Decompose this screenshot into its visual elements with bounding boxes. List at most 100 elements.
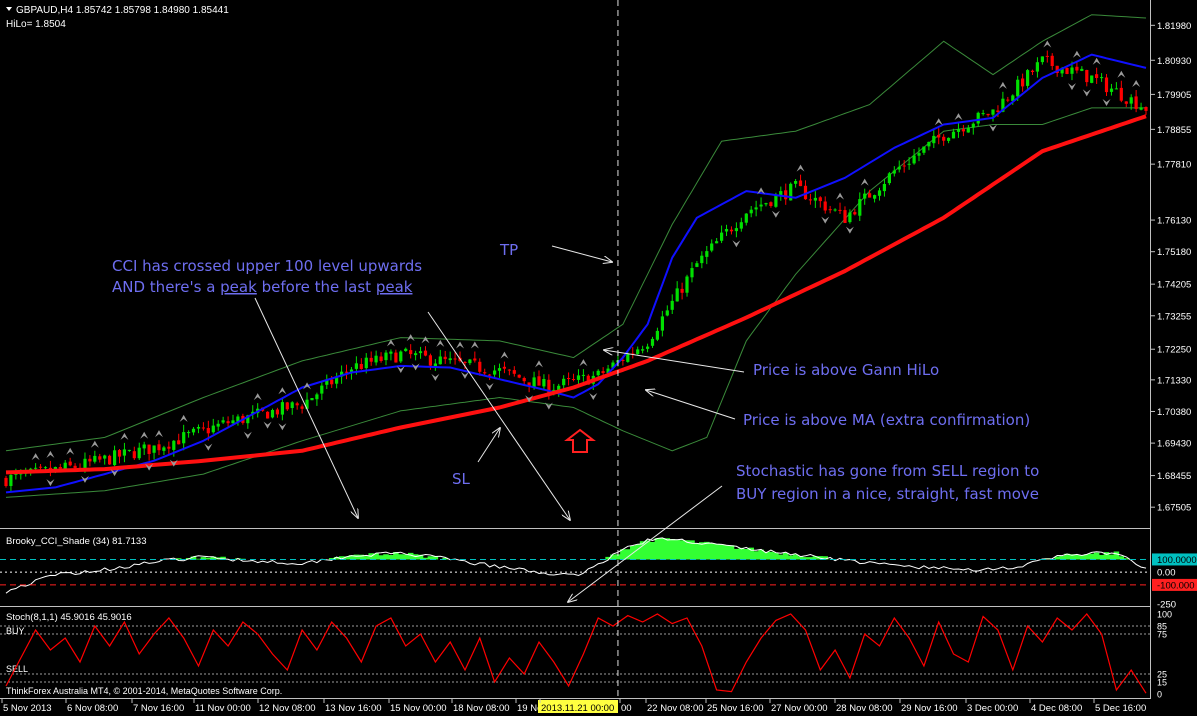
time-tick-label: 18 Nov 08:00 — [453, 703, 510, 714]
candle-body — [374, 355, 378, 363]
candle-body — [571, 379, 576, 380]
candle-body — [769, 202, 773, 206]
tp-label: TP — [499, 241, 518, 259]
price-tick-label: 1.71330 — [1157, 375, 1191, 386]
candle-body — [685, 276, 689, 293]
candle-body — [206, 428, 210, 434]
time-tick-label: 12 Nov 08:00 — [259, 703, 316, 714]
candle-body — [774, 194, 778, 207]
time-tick-label: 2013.11.21 00:00 — [541, 703, 614, 714]
candle-body — [448, 358, 452, 361]
candle-body — [221, 420, 225, 423]
time-tick-label: 4 Dec 08:00 — [1031, 703, 1082, 714]
candle-body — [882, 184, 886, 192]
time-tick-label: 25 Nov 16:00 — [707, 703, 764, 714]
candle-body — [947, 137, 951, 141]
candle-body — [68, 461, 72, 466]
candle-body — [818, 197, 822, 202]
candle-body — [749, 209, 753, 214]
candle-body — [354, 363, 358, 369]
candle-body — [641, 349, 645, 351]
candle-body — [1109, 88, 1114, 92]
candle-body — [216, 423, 220, 427]
symbol-quote: GBPAUD,H4 1.85742 1.85798 1.84980 1.8544… — [16, 5, 229, 16]
candle-body — [705, 251, 709, 257]
candle-body — [739, 222, 743, 229]
candle-body — [172, 440, 176, 450]
candle-body — [1119, 87, 1123, 101]
candle-body — [660, 316, 664, 331]
stochastic-buy-label: BUY — [6, 626, 25, 636]
candle-body — [833, 209, 837, 211]
candle-body — [103, 455, 107, 459]
candle-body — [764, 203, 768, 205]
candle-body — [295, 403, 299, 406]
candle-body — [423, 350, 428, 356]
candle-body — [956, 129, 961, 132]
candle-body — [1050, 55, 1054, 66]
candle-body — [720, 232, 724, 241]
cci-annotation-line2: AND there's a peak before the last peak — [112, 278, 413, 296]
candle-body — [665, 310, 669, 316]
candle-body — [275, 409, 279, 415]
candle-body — [418, 351, 423, 354]
candle-body — [290, 402, 294, 408]
candle-body — [270, 410, 275, 418]
time-tick-label: 5 Nov 2013 — [3, 703, 52, 714]
time-tick-label: 6 Nov 08:00 — [67, 703, 118, 714]
candle-body — [517, 374, 521, 378]
candle-body — [394, 352, 398, 363]
candle-body — [468, 359, 472, 364]
candle-body — [922, 146, 926, 153]
candle-body — [897, 166, 901, 170]
time-tick-label: 7 Nov 16:00 — [133, 703, 184, 714]
candle-body — [93, 455, 97, 462]
candle-body — [300, 406, 304, 409]
candle-body — [961, 129, 965, 132]
candle-body — [601, 371, 605, 373]
time-tick-label: 3 Dec 00:00 — [967, 703, 1018, 714]
stochastic-annotation-line1: Stochastic has gone from SELL region to — [736, 462, 1039, 480]
candle-body — [285, 402, 289, 410]
candle-body — [453, 358, 457, 360]
candle-body — [1035, 62, 1039, 72]
candle-body — [34, 467, 38, 469]
cci-tick-label: -100.000 — [1157, 580, 1195, 591]
candle-body — [858, 199, 862, 216]
candle-body — [828, 209, 832, 211]
candle-body — [863, 193, 867, 199]
candle-body — [4, 477, 8, 486]
candle-body — [981, 113, 985, 115]
candle-body — [438, 356, 442, 365]
candle-body — [1016, 79, 1020, 97]
candle-body — [1104, 77, 1109, 93]
candle-body — [113, 450, 117, 466]
candle-body — [162, 447, 166, 451]
candle-body — [404, 348, 408, 351]
candle-body — [532, 377, 536, 388]
price-tick-label: 1.79905 — [1157, 90, 1191, 101]
candle-body — [428, 355, 432, 366]
copyright-text: ThinkForex Australia MT4, © 2001-2014, M… — [6, 686, 282, 696]
candle-body — [838, 209, 842, 211]
price-tick-label: 1.75180 — [1157, 247, 1191, 258]
candle-body — [389, 351, 393, 354]
candle-body — [912, 155, 916, 164]
candle-body — [932, 135, 936, 144]
price-tick-label: 1.80930 — [1157, 56, 1191, 67]
candle-body — [902, 165, 906, 167]
candle-body — [43, 467, 48, 469]
candle-body — [710, 243, 714, 251]
candle-body — [157, 444, 161, 451]
candle-body — [88, 458, 92, 462]
candle-body — [108, 455, 112, 465]
price-chart-window[interactable]: 1.81980 1.80930 1.79905 1.78855 1.77810 1.761… — [0, 0, 1197, 716]
candle-body — [478, 361, 482, 372]
candle-body — [147, 444, 151, 454]
time-tick-label: 22 Nov 08:00 — [647, 703, 704, 714]
candle-body — [537, 376, 541, 386]
time-tick-label: 5 Dec 16:00 — [1095, 703, 1146, 714]
candle-body — [626, 353, 630, 362]
candle-body — [211, 425, 215, 433]
candle-body — [167, 446, 171, 449]
